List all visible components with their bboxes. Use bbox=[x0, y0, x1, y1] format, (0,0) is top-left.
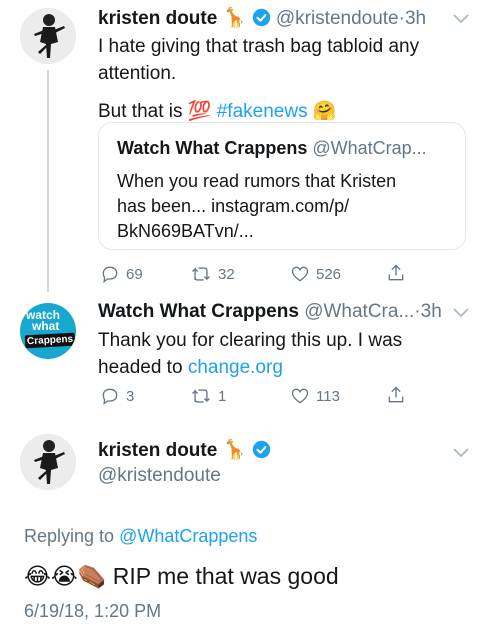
tweet2-like-button[interactable]: 113 bbox=[290, 386, 340, 406]
change-org-link[interactable]: change.org bbox=[188, 357, 283, 378]
replying-prefix: Replying to bbox=[24, 526, 115, 546]
tweet3-display-name[interactable]: kristen doute bbox=[98, 440, 217, 461]
replying-to-handle[interactable]: @WhatCrappens bbox=[119, 526, 257, 546]
tweet2-reply-button[interactable]: 3 bbox=[100, 386, 134, 406]
tweet1-handle[interactable]: @kristendoute bbox=[276, 8, 399, 29]
retweet-icon bbox=[192, 267, 210, 281]
avatar-logo-badge: Crappens bbox=[24, 332, 76, 349]
chevron-down-icon[interactable] bbox=[453, 448, 469, 458]
tweet3-body: 😂😭⚰️ RIP me that was good bbox=[24, 561, 339, 591]
tweet1-display-name[interactable]: kristen doute bbox=[98, 8, 217, 29]
heart-icon bbox=[291, 388, 309, 404]
tweet2-line1: Thank you for clearing this up. I was bbox=[98, 330, 403, 351]
retweet-count: 32 bbox=[218, 265, 235, 283]
tweet3-handle[interactable]: @kristendoute bbox=[98, 465, 221, 487]
hashtag-link[interactable]: #fakenews bbox=[217, 101, 308, 122]
quote-body: When you read rumors that Kristen has be… bbox=[117, 169, 396, 244]
tweet3-header: kristen doute 🦒 bbox=[98, 440, 271, 462]
tweet1-share-button[interactable] bbox=[386, 263, 406, 283]
tweet2-retweet-button[interactable]: 1 bbox=[190, 386, 226, 406]
tweet1-like-button[interactable]: 526 bbox=[290, 264, 341, 284]
heart-icon bbox=[291, 266, 309, 282]
tweet1-retweet-button[interactable]: 32 bbox=[190, 264, 235, 284]
tweet2-line2-text: headed to bbox=[98, 357, 183, 378]
tweet2-time[interactable]: 3h bbox=[421, 301, 442, 322]
tweet3-timestamp[interactable]: 6/19/18, 1:20 PM bbox=[24, 601, 161, 622]
reply-icon bbox=[102, 266, 118, 283]
quoted-tweet-card[interactable]: Watch What Crappens @WhatCrap... When yo… bbox=[98, 122, 466, 250]
avatar-watch-what-crappens[interactable]: watch what Crappens bbox=[20, 303, 76, 359]
reply-icon bbox=[102, 388, 118, 405]
tweet1-line3: But that is 💯 #fakenews 🤗 bbox=[98, 98, 468, 125]
tweet2-header: Watch What Crappens @WhatCra...·3h bbox=[98, 301, 442, 323]
tweet1-line3-text: But that is bbox=[98, 101, 183, 122]
chevron-down-icon[interactable] bbox=[453, 308, 469, 318]
tweet2-share-button[interactable] bbox=[386, 385, 406, 405]
avatar-photo bbox=[20, 8, 76, 64]
share-icon bbox=[388, 264, 404, 281]
tweet2-line2: headed to change.org bbox=[98, 354, 468, 381]
replying-to: Replying to @WhatCrappens bbox=[24, 526, 257, 547]
tweet1-reply-button[interactable]: 69 bbox=[100, 264, 143, 284]
thread-line bbox=[47, 70, 49, 292]
tweet2-handle[interactable]: @WhatCra... bbox=[304, 301, 414, 322]
tweet1-header: kristen doute 🦒 @kristendoute·3h bbox=[98, 8, 426, 30]
tweet1-line2: attention. bbox=[98, 63, 177, 84]
chevron-down-icon[interactable] bbox=[453, 14, 469, 24]
hundred-emoji: 💯 bbox=[187, 101, 212, 122]
quote-line2: has been... instagram.com/p/ bbox=[117, 196, 350, 216]
quote-handle: @WhatCrap... bbox=[312, 138, 427, 158]
quote-display-name: Watch What Crappens bbox=[117, 138, 308, 158]
avatar-text-2: what bbox=[32, 319, 60, 333]
retweet-count: 1 bbox=[218, 387, 227, 405]
reply-count: 69 bbox=[126, 265, 143, 283]
tweet3-emojis: 😂😭⚰️ bbox=[24, 563, 107, 589]
quote-line3: BkN669BATvn/... bbox=[117, 221, 254, 241]
tweet1-line1: I hate giving that trash bag tabloid any bbox=[98, 36, 420, 57]
like-count: 113 bbox=[316, 387, 340, 405]
retweet-icon bbox=[192, 389, 210, 403]
tweet1-body: I hate giving that trash bag tabloid any… bbox=[98, 33, 468, 125]
tweet2-display-name[interactable]: Watch What Crappens bbox=[98, 301, 299, 322]
reply-count: 3 bbox=[126, 387, 135, 405]
giraffe-emoji: 🦒 bbox=[222, 8, 247, 29]
quote-line1: When you read rumors that Kristen bbox=[117, 171, 397, 191]
verified-badge-icon bbox=[252, 8, 270, 27]
hug-emoji: 🤗 bbox=[312, 101, 337, 122]
avatar-photo bbox=[20, 434, 76, 490]
tweet2-body: Thank you for clearing this up. I was he… bbox=[98, 327, 468, 381]
avatar-kristen[interactable] bbox=[20, 8, 76, 64]
quote-header: Watch What Crappens @WhatCrap... bbox=[117, 138, 427, 159]
avatar-kristen[interactable] bbox=[20, 434, 76, 490]
giraffe-emoji: 🦒 bbox=[222, 440, 247, 461]
like-count: 526 bbox=[316, 265, 342, 283]
tweet3-text: RIP me that was good bbox=[112, 563, 339, 589]
avatar-logo-text: watch what bbox=[26, 309, 60, 333]
verified-badge-icon bbox=[252, 440, 270, 459]
share-icon bbox=[388, 386, 404, 403]
tweet1-time[interactable]: 3h bbox=[405, 8, 426, 29]
